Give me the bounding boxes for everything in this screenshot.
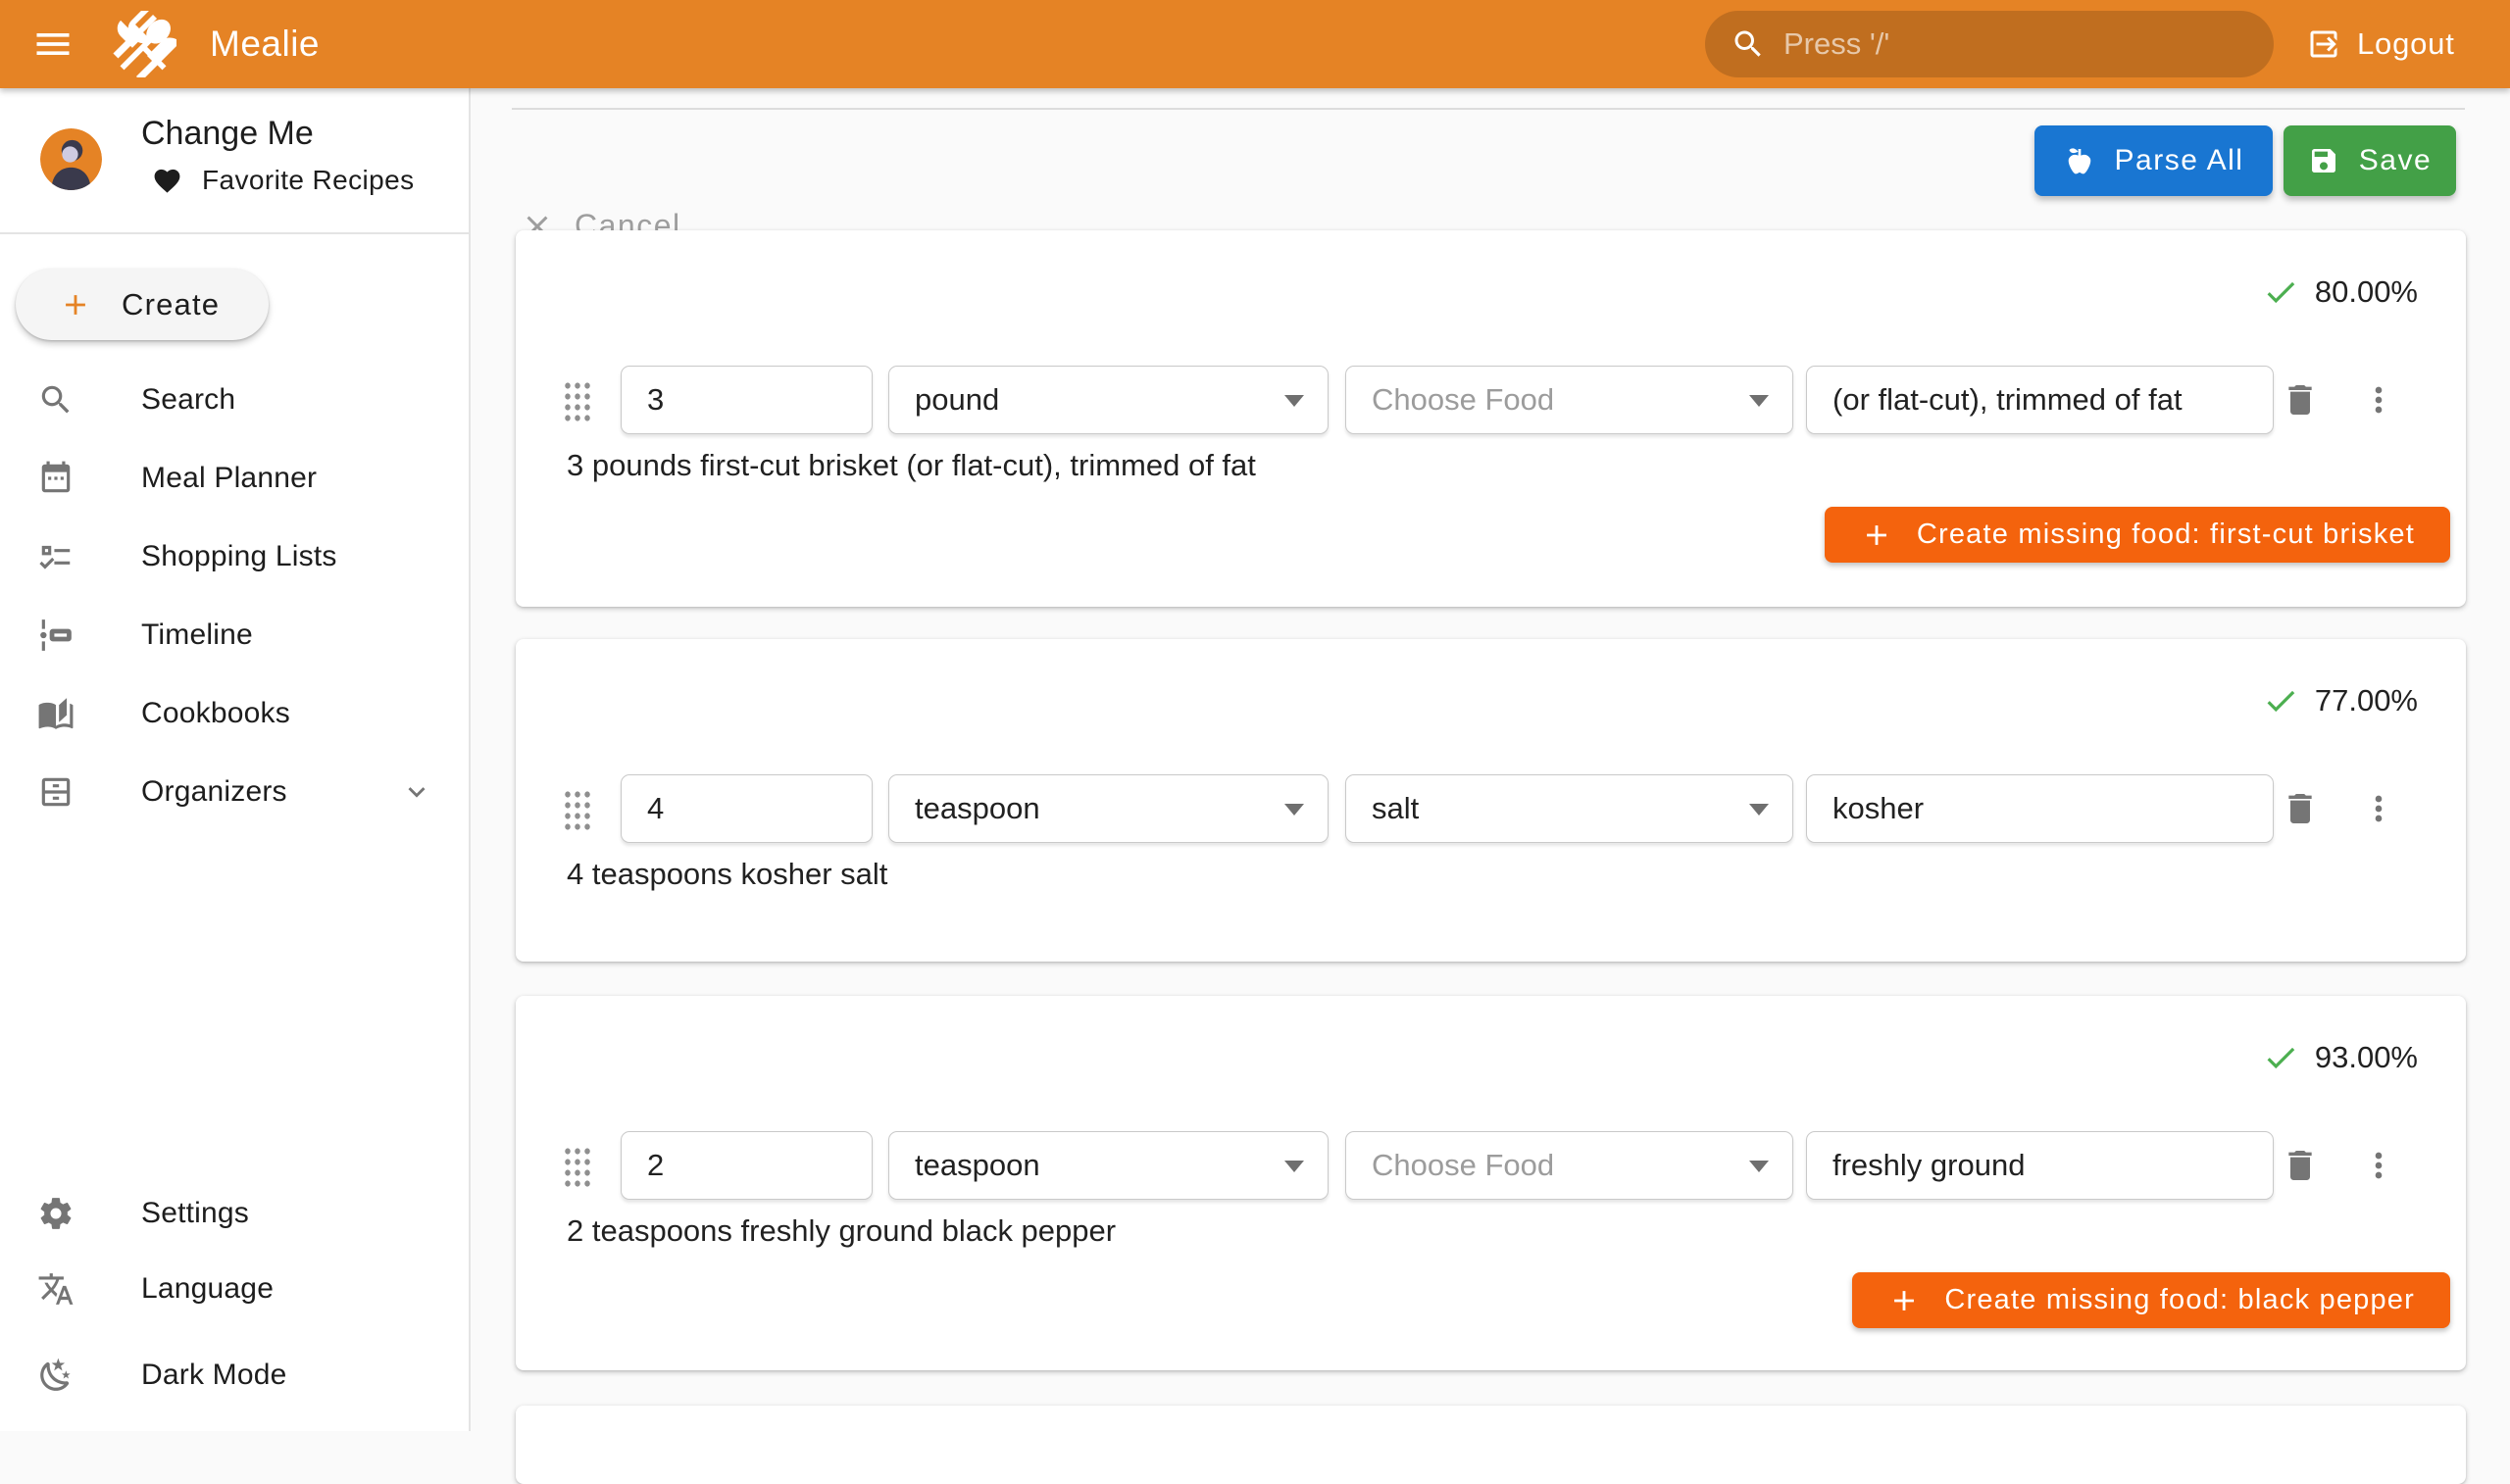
create-button[interactable]: Create (16, 269, 269, 340)
ingredient-fields-row: 3 pound Choose Food (or flat-cut), trimm… (516, 366, 2466, 434)
unit-select[interactable]: teaspoon (888, 1131, 1329, 1200)
ingredient-fields-row: 4 teaspoon salt kosher (516, 774, 2466, 843)
confidence-badge: 77.00% (2262, 682, 2418, 719)
logout-button[interactable]: Logout (2306, 17, 2455, 72)
confidence-value: 93.00% (2315, 1040, 2418, 1075)
create-missing-food-button[interactable]: Create missing food: black pepper (1852, 1272, 2450, 1328)
delete-button[interactable] (2273, 781, 2328, 836)
search-icon (37, 381, 75, 419)
favorite-recipes-link[interactable]: Favorite Recipes (152, 165, 414, 196)
sidebar-divider (0, 232, 469, 234)
menu-icon[interactable] (31, 23, 75, 66)
kebab-menu-icon (2359, 789, 2398, 828)
avatar[interactable] (40, 128, 102, 190)
original-ingredient-text: 2 teaspoons freshly ground black pepper (567, 1213, 1116, 1249)
logout-icon (2306, 26, 2341, 62)
ingredient-card: 80.00% 3 pound Choose Food (or flat-cut)… (516, 230, 2466, 607)
kebab-menu-icon (2359, 380, 2398, 420)
quantity-input[interactable]: 2 (621, 1131, 873, 1200)
dropdown-caret-icon (1749, 1161, 1769, 1172)
quantity-input[interactable]: 4 (621, 774, 873, 843)
check-icon (2262, 273, 2299, 311)
content-divider (512, 108, 2465, 110)
mealie-logo-icon[interactable] (110, 11, 176, 77)
sidebar-item-settings[interactable]: Settings (0, 1174, 469, 1253)
trash-icon (2281, 789, 2320, 828)
original-ingredient-text: 4 teaspoons kosher salt (567, 857, 887, 892)
sidebar: Change Me Favorite Recipes Create Search… (0, 88, 471, 1431)
confidence-badge: 93.00% (2262, 1039, 2418, 1076)
sidebar-item-meal-planner[interactable]: Meal Planner (0, 439, 469, 518)
quantity-input[interactable]: 3 (621, 366, 873, 434)
delete-button[interactable] (2273, 1138, 2328, 1193)
app-title[interactable]: Mealie (210, 24, 320, 65)
save-icon (2308, 145, 2339, 176)
translate-icon (37, 1270, 75, 1308)
note-input[interactable]: kosher (1806, 774, 2274, 843)
sidebar-item-search[interactable]: Search (0, 361, 469, 439)
user-name: Change Me (141, 115, 314, 153)
more-options-button[interactable] (2351, 781, 2406, 836)
create-missing-food-button[interactable]: Create missing food: first-cut brisket (1825, 507, 2450, 563)
drag-handle-icon[interactable] (562, 788, 590, 831)
confidence-badge: 80.00% (2262, 273, 2418, 311)
food-select[interactable]: Choose Food (1345, 1131, 1793, 1200)
kebab-menu-icon (2359, 1146, 2398, 1185)
calendar-icon (37, 460, 75, 497)
drag-handle-icon[interactable] (562, 1145, 590, 1188)
check-icon (2262, 682, 2299, 719)
save-button[interactable]: Save (2284, 125, 2456, 196)
parse-all-button[interactable]: Parse All (2034, 125, 2273, 196)
ingredient-parser-panel: Cancel Parse All Save 80.00% 3 pound Cho… (471, 88, 2510, 1431)
checklist-icon (37, 538, 75, 575)
note-input[interactable]: freshly ground (1806, 1131, 2274, 1200)
search-icon (1731, 26, 1766, 62)
confidence-value: 77.00% (2315, 683, 2418, 718)
dropdown-caret-icon (1284, 804, 1304, 816)
plus-icon (59, 288, 92, 322)
ingredient-card: 77.00% 4 teaspoon salt kosher 4 teaspoon… (516, 639, 2466, 962)
food-select[interactable]: salt (1345, 774, 1793, 843)
moon-stars-icon (37, 1357, 75, 1394)
cabinet-icon (37, 773, 75, 811)
unit-select[interactable]: pound (888, 366, 1329, 434)
trash-icon (2281, 1146, 2320, 1185)
more-options-button[interactable] (2351, 372, 2406, 427)
unit-select[interactable]: teaspoon (888, 774, 1329, 843)
drag-handle-icon[interactable] (562, 379, 590, 422)
ingredient-fields-row: 2 teaspoon Choose Food freshly ground (516, 1131, 2466, 1200)
food-select[interactable]: Choose Food (1345, 366, 1793, 434)
dropdown-caret-icon (1284, 395, 1304, 407)
search-placeholder: Press '/' (1783, 26, 1889, 62)
delete-button[interactable] (2273, 372, 2328, 427)
dropdown-caret-icon (1749, 804, 1769, 816)
sidebar-item-cookbooks[interactable]: Cookbooks (0, 674, 469, 753)
chevron-down-icon (400, 775, 433, 809)
plus-icon (1887, 1284, 1921, 1317)
confidence-value: 80.00% (2315, 274, 2418, 310)
timeline-icon (37, 617, 75, 654)
gear-icon (37, 1195, 75, 1232)
check-icon (2262, 1039, 2299, 1076)
dropdown-caret-icon (1284, 1161, 1304, 1172)
ingredient-card: 93.00% 2 teaspoon Choose Food freshly gr… (516, 996, 2466, 1370)
dropdown-caret-icon (1749, 395, 1769, 407)
note-input[interactable]: (or flat-cut), trimmed of fat (1806, 366, 2274, 434)
plus-icon (1860, 519, 1893, 552)
ingredient-card-partial (516, 1406, 2466, 1484)
book-icon (37, 695, 75, 732)
sidebar-item-shopping-lists[interactable]: Shopping Lists (0, 518, 469, 596)
original-ingredient-text: 3 pounds first-cut brisket (or flat-cut)… (567, 448, 1256, 483)
sidebar-item-organizers[interactable]: Organizers (0, 753, 469, 831)
more-options-button[interactable] (2351, 1138, 2406, 1193)
trash-icon (2281, 380, 2320, 420)
heart-icon (152, 166, 182, 196)
sidebar-item-timeline[interactable]: Timeline (0, 596, 469, 674)
sidebar-item-dark-mode[interactable]: Dark Mode (0, 1336, 469, 1414)
apple-icon (2064, 145, 2095, 176)
sidebar-item-language[interactable]: Language (0, 1250, 469, 1328)
top-app-bar: Mealie Press '/' Logout (0, 0, 2510, 88)
search-input[interactable]: Press '/' (1705, 11, 2274, 77)
